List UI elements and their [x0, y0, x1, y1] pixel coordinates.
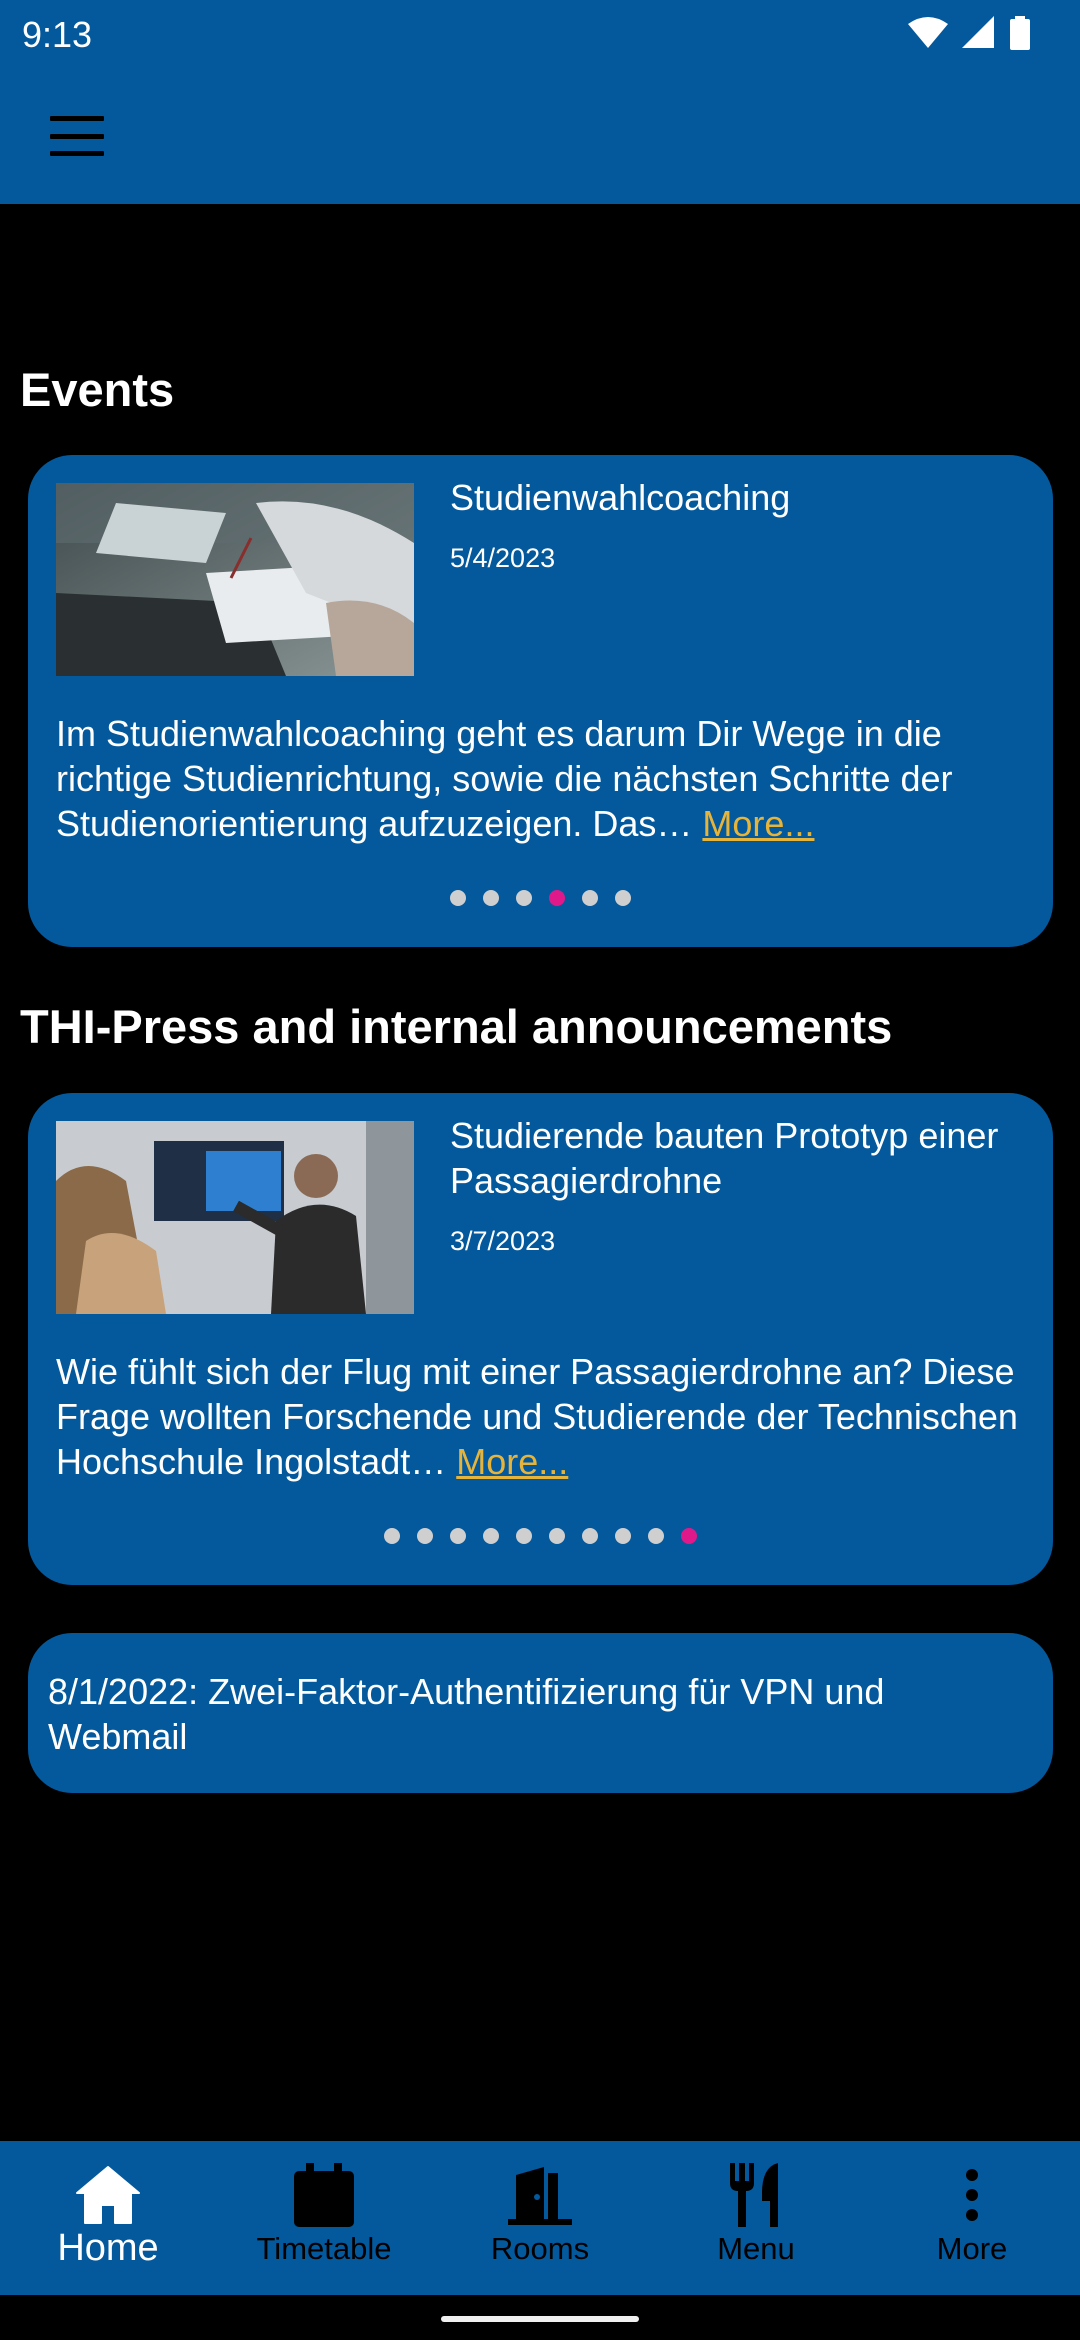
nav-more[interactable]: More — [864, 2141, 1080, 2295]
press-more-link[interactable]: More... — [456, 1441, 568, 1482]
event-description-text: Im Studienwahlcoaching geht es darum Dir… — [56, 713, 953, 844]
nav-timetable-label: Timetable — [256, 2231, 392, 2266]
event-card[interactable]: Studienwahlcoaching 5/4/2023 Im Studienw… — [28, 455, 1053, 947]
nav-timetable[interactable]: Timetable — [216, 2141, 432, 2295]
nav-rooms[interactable]: Rooms — [432, 2141, 648, 2295]
carousel-dot[interactable] — [516, 1528, 532, 1544]
carousel-dot[interactable] — [582, 890, 598, 906]
event-image — [56, 483, 414, 676]
carousel-dot[interactable] — [549, 1528, 565, 1544]
nav-rooms-label: Rooms — [490, 2231, 590, 2266]
carousel-dot[interactable] — [582, 1528, 598, 1544]
carousel-dot[interactable] — [417, 1528, 433, 1544]
status-time: 9:13 — [22, 14, 93, 55]
more-vert-icon — [936, 2163, 1008, 2227]
nav-home[interactable]: Home — [0, 2141, 216, 2295]
carousel-dot[interactable] — [648, 1528, 664, 1544]
press-title: Studierende bauten Prototyp einer Passag… — [450, 1115, 999, 1201]
app-bar — [0, 66, 1080, 204]
event-date: 5/4/2023 — [450, 543, 556, 573]
wifi-icon — [908, 17, 948, 48]
nav-menu-label: Menu — [717, 2231, 795, 2266]
home-icon — [72, 2163, 144, 2227]
announcement-text: 8/1/2022: Zwei-Faktor-Authentifizierung … — [48, 1671, 885, 1757]
nav-more-label: More — [936, 2231, 1008, 2266]
carousel-dot[interactable] — [516, 890, 532, 906]
press-card[interactable]: Studierende bauten Prototyp einer Passag… — [28, 1093, 1053, 1585]
press-section-title: THI-Press and internal announcements — [20, 1000, 893, 1053]
event-carousel-dots[interactable] — [28, 890, 1053, 906]
battery-icon — [1010, 16, 1030, 50]
carousel-dot[interactable] — [483, 890, 499, 906]
bottom-navigation: Home Timetable Rooms Menu More — [0, 2141, 1080, 2295]
event-more-link[interactable]: More... — [702, 803, 814, 844]
nav-menu[interactable]: Menu — [648, 2141, 864, 2295]
event-description: Im Studienwahlcoaching geht es darum Dir… — [56, 711, 1036, 846]
press-description: Wie fühlt sich der Flug mit einer Passag… — [56, 1349, 1036, 1484]
carousel-dot[interactable] — [450, 890, 466, 906]
gesture-handle — [441, 2316, 639, 2322]
announcement-card[interactable]: 8/1/2022: Zwei-Faktor-Authentifizierung … — [28, 1633, 1053, 1793]
carousel-dot[interactable] — [483, 1528, 499, 1544]
carousel-dot[interactable] — [450, 1528, 466, 1544]
nav-home-label: Home — [57, 2227, 159, 2269]
status-icons — [908, 16, 1030, 50]
carousel-dot[interactable] — [384, 1528, 400, 1544]
events-section-title: Events — [20, 363, 175, 416]
door-icon — [504, 2163, 576, 2227]
press-image — [56, 1121, 414, 1314]
press-carousel-dots[interactable] — [28, 1528, 1053, 1544]
cell-signal-icon — [962, 16, 994, 48]
restaurant-icon — [720, 2163, 792, 2227]
carousel-dot-active[interactable] — [549, 890, 565, 906]
carousel-dot[interactable] — [615, 1528, 631, 1544]
menu-hamburger-icon[interactable] — [50, 116, 104, 156]
carousel-dot[interactable] — [615, 890, 631, 906]
carousel-dot-active[interactable] — [681, 1528, 697, 1544]
press-date: 3/7/2023 — [450, 1226, 556, 1256]
event-title: Studienwahlcoaching — [450, 477, 791, 518]
status-bar: 9:13 — [0, 0, 1080, 66]
calendar-icon — [288, 2163, 360, 2227]
